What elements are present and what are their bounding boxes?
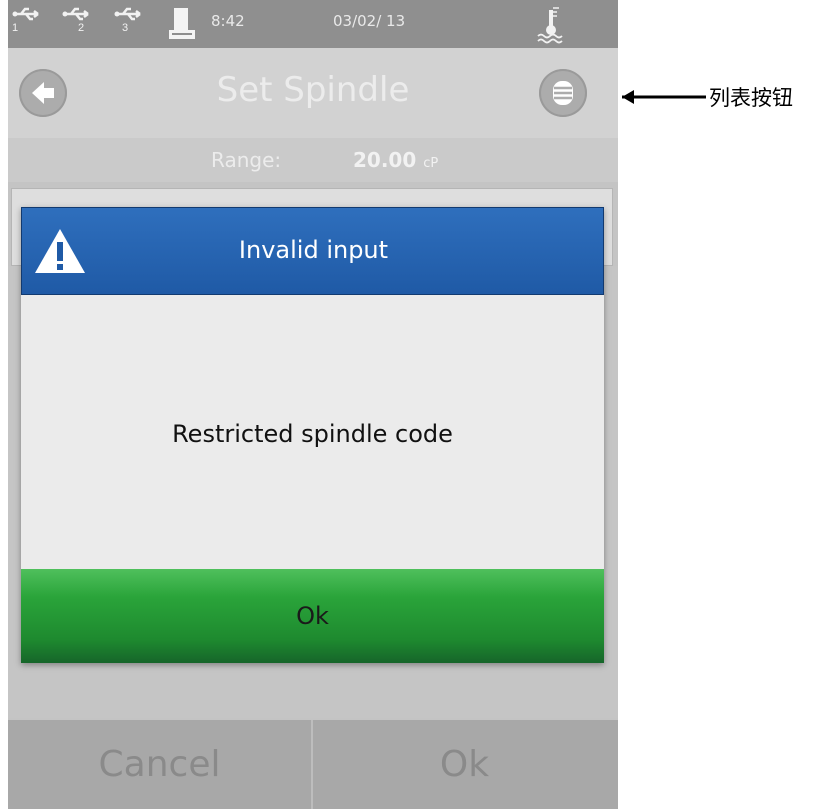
range-bar: Range: 20.00 cP — [8, 138, 618, 182]
dialog-title: Invalid input — [238, 236, 389, 264]
page-title: Set Spindle — [216, 70, 410, 110]
range-number: 20.00 — [353, 148, 417, 172]
list-menu-icon — [553, 81, 573, 105]
usb-port-3-icon: 3 — [114, 6, 144, 38]
status-time: 8:42 — [211, 12, 245, 30]
bottom-ok-button[interactable]: Ok — [313, 720, 616, 809]
bottom-action-bar: Cancel Ok — [8, 720, 618, 809]
range-value: 20.00 cP — [353, 148, 438, 172]
usb-port-1-icon: 1 — [12, 6, 42, 38]
range-label: Range: — [211, 148, 282, 172]
usb-port-number: 3 — [122, 22, 129, 34]
water-bath-temperature-icon — [536, 4, 566, 44]
invalid-input-dialog: Invalid input Restricted spindle code Ok — [21, 207, 604, 663]
usb-port-2-icon: 2 — [62, 6, 92, 38]
cancel-button[interactable]: Cancel — [8, 720, 313, 809]
dialog-ok-button[interactable]: Ok — [21, 569, 604, 663]
list-menu-button[interactable] — [539, 69, 587, 117]
annotation-arrow-icon — [622, 90, 706, 104]
range-unit: cP — [423, 156, 439, 171]
dialog-message: Restricted spindle code — [172, 420, 453, 448]
device-screen: 1 2 3 8:42 03/02/ 13 Set Spindle Range: … — [8, 0, 618, 809]
status-bar: 1 2 3 8:42 03/02/ 13 — [8, 0, 618, 48]
screen-header: Set Spindle — [8, 48, 618, 138]
printer-icon — [168, 6, 196, 42]
annotation-label: 列表按钮 — [709, 86, 793, 110]
usb-port-number: 2 — [78, 22, 85, 34]
dialog-header: Invalid input — [21, 207, 604, 295]
usb-port-number: 1 — [12, 22, 19, 34]
status-date: 03/02/ 13 — [333, 12, 406, 30]
